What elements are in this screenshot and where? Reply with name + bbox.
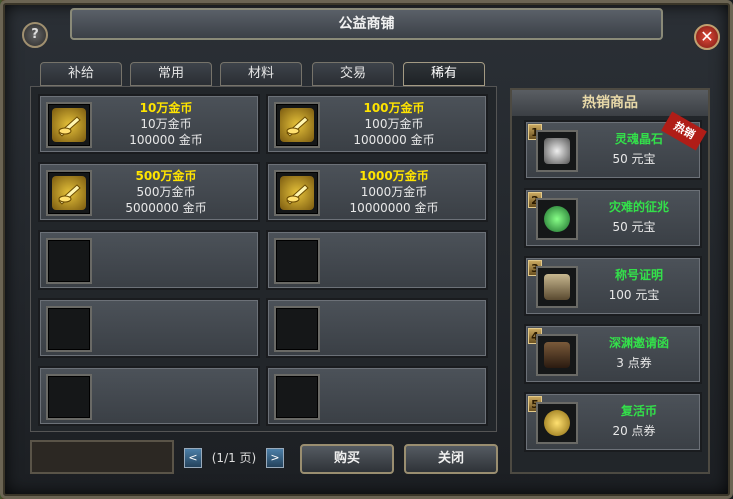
hot-item-name: 灾难的征兆 bbox=[608, 200, 669, 214]
shop-slot[interactable]: 500万金币 500万金币 5000000 金币 bbox=[38, 162, 260, 222]
empty-shop-slot[interactable] bbox=[266, 298, 488, 358]
shop-slot[interactable]: 1000万金币 1000万金币 10000000 金币 bbox=[266, 162, 488, 222]
gold-coin-icon bbox=[280, 108, 314, 142]
buy-button[interactable]: 购买 bbox=[300, 444, 394, 474]
item-price: 5000000 金币 bbox=[125, 201, 207, 215]
crystal-icon bbox=[544, 138, 570, 164]
shop-slot[interactable]: 10万金币 10万金币 100000 金币 bbox=[38, 94, 260, 154]
book-icon bbox=[544, 342, 570, 368]
item-desc: 100万金币 bbox=[364, 117, 424, 131]
help-button[interactable]: ? bbox=[22, 22, 48, 48]
gold-coin-icon bbox=[52, 176, 86, 210]
item-icon-frame bbox=[46, 102, 92, 148]
hot-items-title: 热销商品 bbox=[512, 90, 708, 116]
item-icon-frame bbox=[536, 334, 578, 376]
hot-item-price: 50 元宝 bbox=[612, 220, 656, 234]
next-page-button[interactable]: > bbox=[266, 448, 284, 468]
hot-item-price: 50 元宝 bbox=[612, 152, 656, 166]
hot-item[interactable]: 4 深渊邀请函 3 点券 bbox=[524, 324, 702, 384]
empty-shop-slot[interactable] bbox=[266, 230, 488, 290]
item-icon-frame bbox=[536, 130, 578, 172]
hot-item[interactable]: 5 复活币 20 点券 bbox=[524, 392, 702, 452]
tab-materials[interactable]: 材料 bbox=[220, 62, 302, 86]
prev-page-button[interactable]: < bbox=[184, 448, 202, 468]
empty-shop-slot[interactable] bbox=[266, 366, 488, 426]
green-orb-icon bbox=[544, 206, 570, 232]
hot-item-price: 3 点券 bbox=[616, 356, 652, 370]
item-icon-frame bbox=[274, 374, 320, 420]
hot-item[interactable]: 3 称号证明 100 元宝 bbox=[524, 256, 702, 316]
item-icon-frame bbox=[274, 306, 320, 352]
hot-item[interactable]: 2 灾难的征兆 50 元宝 bbox=[524, 188, 702, 248]
tab-rare[interactable]: 稀有 bbox=[403, 62, 485, 86]
close-button[interactable]: 关闭 bbox=[404, 444, 498, 474]
hot-item-price: 20 点券 bbox=[612, 424, 656, 438]
revive-coin-icon bbox=[544, 410, 570, 436]
item-desc: 10万金币 bbox=[140, 117, 192, 131]
item-name: 1000万金币 bbox=[359, 169, 429, 183]
shop-slot[interactable]: 100万金币 100万金币 1000000 金币 bbox=[266, 94, 488, 154]
empty-shop-slot[interactable] bbox=[38, 298, 260, 358]
hot-item[interactable]: 1 灵魂晶石 50 元宝 热销 bbox=[524, 111, 707, 180]
item-icon-frame bbox=[46, 238, 92, 284]
item-desc: 1000万金币 bbox=[360, 185, 428, 199]
hot-item-name: 称号证明 bbox=[614, 268, 663, 282]
item-price: 1000000 金币 bbox=[353, 133, 435, 147]
empty-shop-slot[interactable] bbox=[38, 230, 260, 290]
gold-coin-icon bbox=[280, 176, 314, 210]
item-name: 500万金币 bbox=[135, 169, 197, 183]
item-icon-frame bbox=[46, 170, 92, 216]
hot-item-name: 复活币 bbox=[620, 404, 657, 418]
message-box bbox=[30, 440, 174, 474]
item-price: 10000000 金币 bbox=[349, 201, 439, 215]
hot-item-name: 深渊邀请函 bbox=[608, 336, 669, 350]
item-icon-frame bbox=[274, 238, 320, 284]
tab-trade[interactable]: 交易 bbox=[312, 62, 394, 86]
tab-common[interactable]: 常用 bbox=[130, 62, 212, 86]
anvil-icon bbox=[544, 274, 570, 300]
item-price: 100000 金币 bbox=[129, 133, 203, 147]
hot-items-panel: 热销商品 1 灵魂晶石 50 元宝 热销 2 灾难的征兆 50 元宝 3 称号证… bbox=[510, 88, 710, 474]
tab-supply[interactable]: 补给 bbox=[40, 62, 122, 86]
item-name: 100万金币 bbox=[363, 101, 425, 115]
item-icon-frame bbox=[274, 102, 320, 148]
item-icon-frame bbox=[46, 306, 92, 352]
item-icon-frame bbox=[46, 374, 92, 420]
page-indicator: (1/1 页) bbox=[211, 451, 257, 465]
item-desc: 500万金币 bbox=[136, 185, 196, 199]
close-window-button[interactable]: ✕ bbox=[694, 24, 720, 50]
item-icon-frame bbox=[536, 198, 578, 240]
item-icon-frame bbox=[536, 402, 578, 444]
hot-item-price: 100 元宝 bbox=[608, 288, 660, 302]
item-icon-frame bbox=[274, 170, 320, 216]
gold-coin-icon bbox=[52, 108, 86, 142]
item-name: 10万金币 bbox=[139, 101, 193, 115]
item-icon-frame bbox=[536, 266, 578, 308]
window-title: 公益商铺 bbox=[70, 8, 663, 40]
empty-shop-slot[interactable] bbox=[38, 366, 260, 426]
